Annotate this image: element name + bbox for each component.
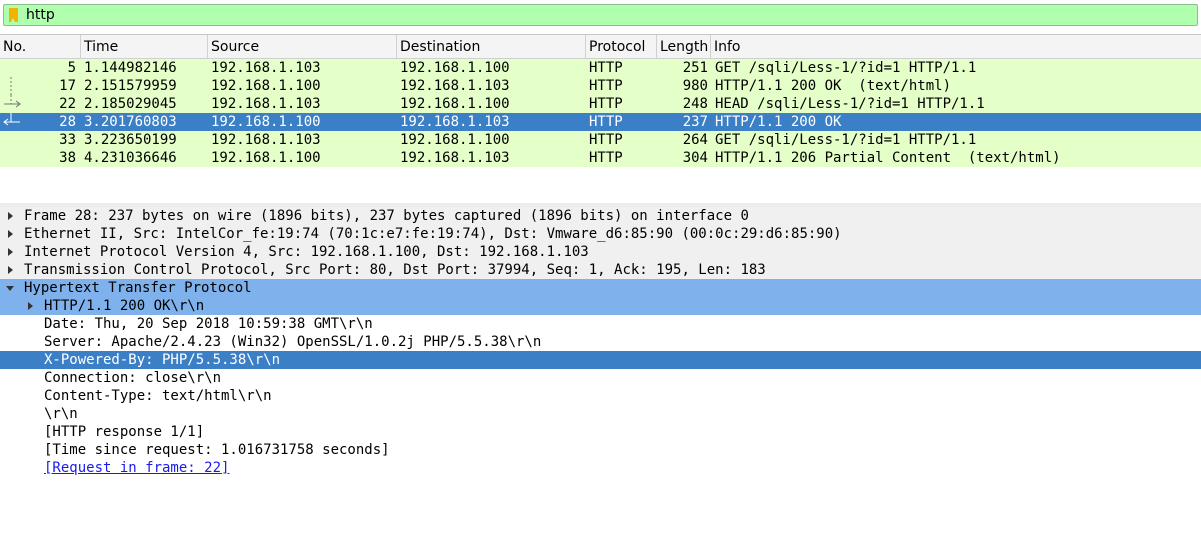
column-header-protocol[interactable]: Protocol: [586, 35, 657, 58]
tree-item-ethernet[interactable]: Ethernet II, Src: IntelCor_fe:19:74 (70:…: [0, 225, 1201, 243]
cell-length: 264: [682, 132, 708, 148]
collapse-arrow-icon[interactable]: [6, 286, 14, 291]
cell-source: 192.168.1.103: [211, 132, 321, 148]
cell-destination: 192.168.1.100: [400, 132, 510, 148]
cell-info: HEAD /sqli/Less-1/?id=1 HTTP/1.1: [715, 96, 985, 112]
tree-item-label: Date: Thu, 20 Sep 2018 10:59:38 GMT\r\n: [44, 316, 373, 332]
tree-item-label: Hypertext Transfer Protocol: [24, 280, 252, 296]
packet-details-tree: Frame 28: 237 bytes on wire (1896 bits),…: [0, 207, 1201, 533]
tree-item-request-in-frame[interactable]: [Request in frame: 22]: [0, 459, 1201, 477]
packet-row-selected[interactable]: 28 3.201760803 192.168.1.100 192.168.1.1…: [0, 113, 1201, 131]
cell-no: 5: [67, 60, 76, 76]
tree-item-label: Content-Type: text/html\r\n: [44, 388, 272, 404]
cell-no: 22: [59, 96, 76, 112]
cell-protocol: HTTP: [589, 60, 623, 76]
tree-item-content-type-header[interactable]: Content-Type: text/html\r\n: [0, 387, 1201, 405]
column-header-source[interactable]: Source: [208, 35, 397, 58]
expand-arrow-icon[interactable]: [8, 248, 13, 256]
cell-time: 4.231036646: [84, 150, 177, 166]
cell-time: 3.201760803: [84, 114, 177, 130]
display-filter-bar: http: [0, 0, 1201, 32]
cell-time: 1.144982146: [84, 60, 177, 76]
tree-item-label: Internet Protocol Version 4, Src: 192.16…: [24, 244, 589, 260]
tree-item-connection-header[interactable]: Connection: close\r\n: [0, 369, 1201, 387]
cell-info: HTTP/1.1 206 Partial Content (text/html): [715, 150, 1061, 166]
expand-arrow-icon[interactable]: [8, 212, 13, 220]
filter-bookmark-icon[interactable]: [9, 8, 18, 22]
cell-no: 17: [59, 78, 76, 94]
request-in-frame-link[interactable]: [Request in frame: 22]: [44, 459, 229, 477]
tree-item-time-since-request[interactable]: [Time since request: 1.016731758 seconds…: [0, 441, 1201, 459]
cell-source: 192.168.1.100: [211, 150, 321, 166]
cell-info: HTTP/1.1 200 OK: [715, 114, 842, 130]
tree-item-label: \r\n: [44, 406, 78, 422]
tree-item-http-response-count[interactable]: [HTTP response 1/1]: [0, 423, 1201, 441]
cell-info: GET /sqli/Less-1/?id=1 HTTP/1.1: [715, 60, 977, 76]
tree-item-tcp[interactable]: Transmission Control Protocol, Src Port:…: [0, 261, 1201, 279]
cell-protocol: HTTP: [589, 150, 623, 166]
tree-item-frame[interactable]: Frame 28: 237 bytes on wire (1896 bits),…: [0, 207, 1201, 225]
tree-item-ipv4[interactable]: Internet Protocol Version 4, Src: 192.16…: [0, 243, 1201, 261]
tree-item-x-powered-by-selected[interactable]: X-Powered-By: PHP/5.5.38\r\n: [0, 351, 1201, 369]
cell-length: 251: [682, 60, 708, 76]
cell-no: 28: [59, 114, 76, 130]
tree-item-label: HTTP/1.1 200 OK\r\n: [44, 298, 205, 314]
column-header-info[interactable]: Info: [711, 35, 1201, 58]
cell-length: 248: [682, 96, 708, 112]
cell-info: HTTP/1.1 200 OK (text/html): [715, 78, 952, 94]
tree-item-label: Transmission Control Protocol, Src Port:…: [24, 262, 766, 278]
cell-destination: 192.168.1.103: [400, 150, 510, 166]
cell-source: 192.168.1.103: [211, 96, 321, 112]
tree-item-label: Connection: close\r\n: [44, 370, 222, 386]
display-filter-input[interactable]: http: [3, 4, 1198, 26]
packet-row[interactable]: 17 2.151579959 192.168.1.100 192.168.1.1…: [0, 77, 1201, 95]
tree-item-date-header[interactable]: Date: Thu, 20 Sep 2018 10:59:38 GMT\r\n: [0, 315, 1201, 333]
cell-no: 38: [59, 150, 76, 166]
expand-arrow-icon[interactable]: [8, 230, 13, 238]
filter-text[interactable]: http: [26, 6, 55, 25]
tree-item-crlf[interactable]: \r\n: [0, 405, 1201, 423]
packet-list-header: No. Time Source Destination Protocol Len…: [0, 35, 1201, 59]
cell-info: GET /sqli/Less-1/?id=1 HTTP/1.1: [715, 132, 977, 148]
cell-destination: 192.168.1.100: [400, 96, 510, 112]
packet-row[interactable]: 5 1.144982146 192.168.1.103 192.168.1.10…: [0, 59, 1201, 77]
cell-length: 980: [682, 78, 708, 94]
cell-source: 192.168.1.103: [211, 60, 321, 76]
packet-row[interactable]: 33 3.223650199 192.168.1.103 192.168.1.1…: [0, 131, 1201, 149]
tree-item-label: Frame 28: 237 bytes on wire (1896 bits),…: [24, 208, 749, 224]
expand-arrow-icon[interactable]: [28, 302, 33, 310]
column-header-length[interactable]: Length: [657, 35, 711, 58]
cell-source: 192.168.1.100: [211, 78, 321, 94]
column-header-time[interactable]: Time: [81, 35, 208, 58]
cell-length: 237: [682, 114, 708, 130]
column-header-destination[interactable]: Destination: [397, 35, 586, 58]
tree-item-label: Ethernet II, Src: IntelCor_fe:19:74 (70:…: [24, 226, 842, 242]
tree-item-label: X-Powered-By: PHP/5.5.38\r\n: [44, 352, 281, 368]
cell-no: 33: [59, 132, 76, 148]
cell-time: 2.185029045: [84, 96, 177, 112]
cell-length: 304: [682, 150, 708, 166]
cell-destination: 192.168.1.100: [400, 60, 510, 76]
packet-row[interactable]: 22 2.185029045 192.168.1.103 192.168.1.1…: [0, 95, 1201, 113]
tree-item-label: [Time since request: 1.016731758 seconds…: [44, 442, 390, 458]
cell-destination: 192.168.1.103: [400, 114, 510, 130]
cell-protocol: HTTP: [589, 132, 623, 148]
expand-arrow-icon[interactable]: [8, 266, 13, 274]
tree-item-label: Server: Apache/2.4.23 (Win32) OpenSSL/1.…: [44, 334, 542, 350]
cell-time: 3.223650199: [84, 132, 177, 148]
cell-protocol: HTTP: [589, 96, 623, 112]
cell-protocol: HTTP: [589, 114, 623, 130]
packet-list: No. Time Source Destination Protocol Len…: [0, 34, 1201, 204]
tree-item-server-header[interactable]: Server: Apache/2.4.23 (Win32) OpenSSL/1.…: [0, 333, 1201, 351]
packet-row[interactable]: 38 4.231036646 192.168.1.100 192.168.1.1…: [0, 149, 1201, 167]
cell-destination: 192.168.1.103: [400, 78, 510, 94]
column-header-no[interactable]: No.: [0, 35, 81, 58]
cell-protocol: HTTP: [589, 78, 623, 94]
tree-item-label: [HTTP response 1/1]: [44, 424, 205, 440]
tree-item-http-status-line[interactable]: HTTP/1.1 200 OK\r\n: [0, 297, 1201, 315]
cell-time: 2.151579959: [84, 78, 177, 94]
tree-item-http[interactable]: Hypertext Transfer Protocol: [0, 279, 1201, 297]
cell-source: 192.168.1.100: [211, 114, 321, 130]
